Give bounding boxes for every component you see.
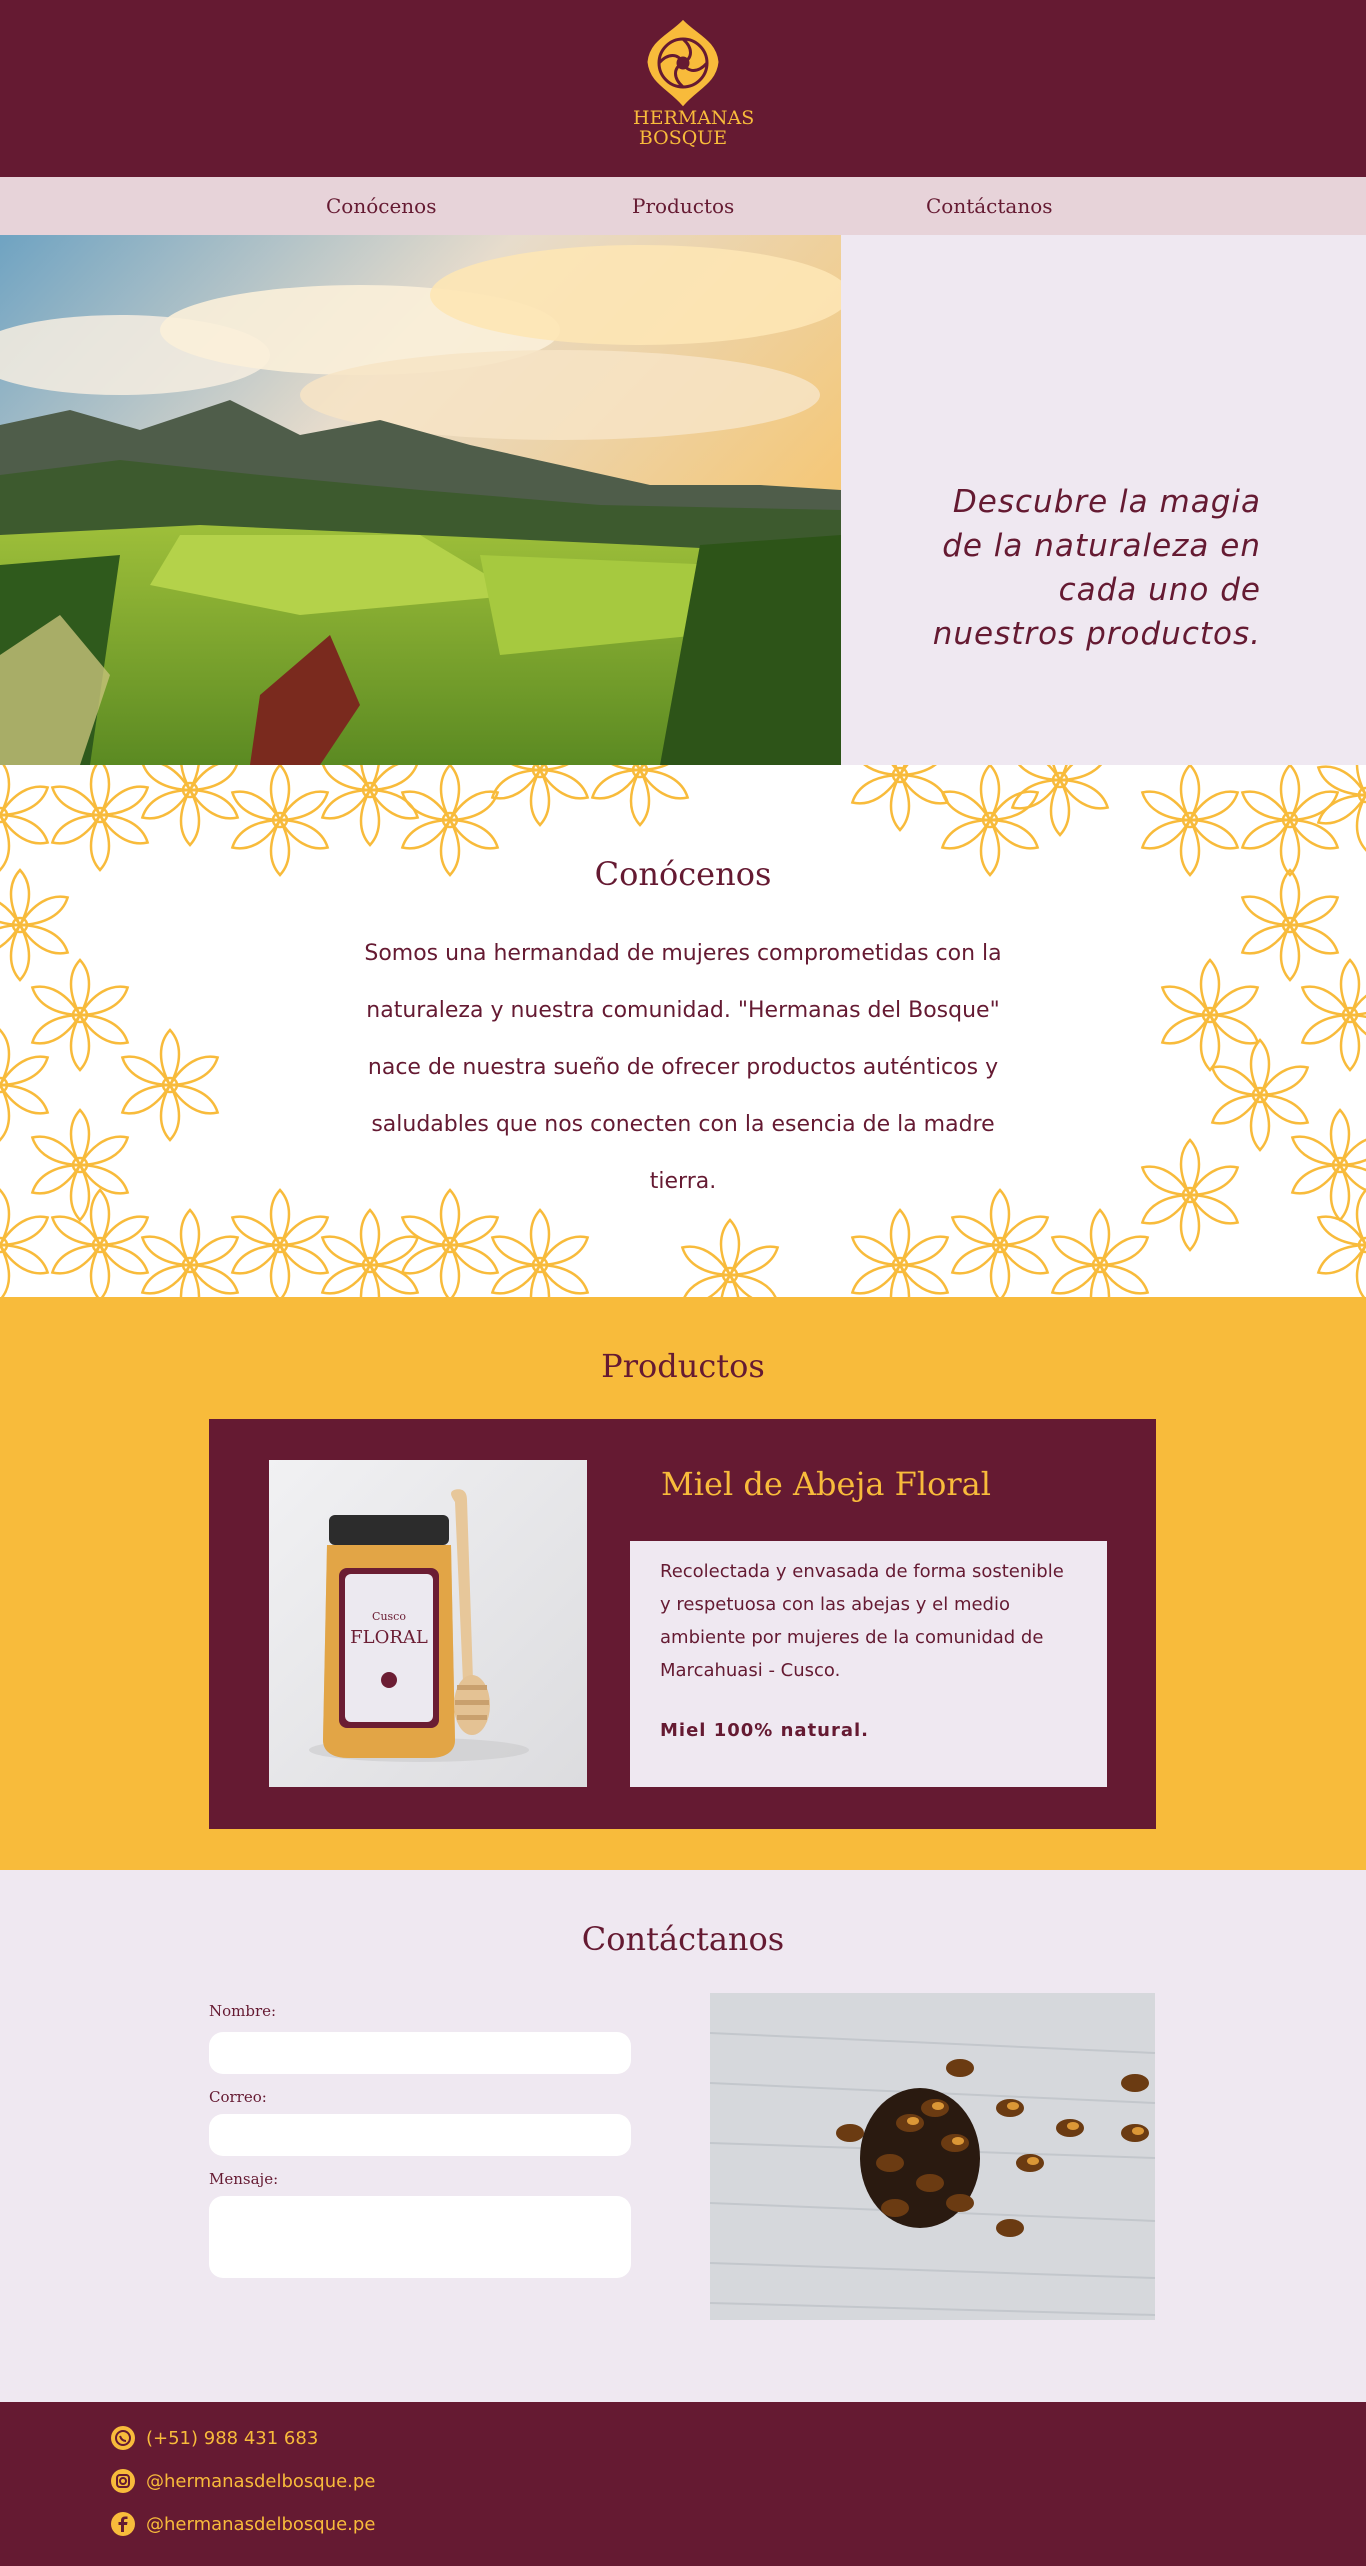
email-label: Correo:: [209, 2088, 267, 2106]
about-section: Conócenos Somos una hermandad de mujeres…: [0, 765, 1366, 1297]
bees-image: [710, 1993, 1155, 2320]
product-description: Recolectada y envasada de forma sostenib…: [660, 1561, 1064, 1681]
contact-section: Contáctanos Nombre: Correo: Mensaje:: [0, 1870, 1366, 2402]
flower-logo-icon: [647, 19, 719, 107]
jar-label-top: Cusco: [372, 1610, 406, 1623]
hero-landscape-image: [0, 235, 841, 765]
main-nav: Conócenos Productos Contáctanos: [0, 177, 1366, 235]
email-input[interactable]: [209, 2114, 631, 2156]
footer-instagram-text: @hermanasdelbosque.pe: [146, 2470, 376, 2492]
footer-facebook[interactable]: @hermanasdelbosque.pe: [110, 2510, 375, 2538]
whatsapp-icon: [110, 2425, 136, 2451]
nav-item-productos[interactable]: Productos: [632, 194, 734, 218]
message-input[interactable]: [209, 2196, 631, 2278]
instagram-icon: [110, 2468, 136, 2494]
nav-item-contactanos[interactable]: Contáctanos: [926, 194, 1053, 218]
footer-instagram[interactable]: @hermanasdelbosque.pe: [110, 2467, 375, 2495]
about-title: Conócenos: [594, 855, 772, 893]
product-details-box: Recolectada y envasada de forma sostenib…: [630, 1541, 1107, 1787]
site-header: HERMANAS BOSQUE: [0, 0, 1366, 177]
contact-title: Contáctanos: [581, 1920, 785, 1958]
hero-tagline: Descubre la magia de la naturaleza en ca…: [932, 484, 1261, 652]
products-section: Productos Cusco FLORAL Miel de Abeja Flo…: [0, 1297, 1366, 1870]
products-title: Productos: [601, 1347, 765, 1385]
logo-line-1: HERMANAS: [633, 107, 755, 129]
site-footer: (+51) 988 431 683 @hermanasdelbosque.pe …: [0, 2402, 1366, 2566]
brand-logo[interactable]: HERMANAS BOSQUE: [633, 18, 755, 160]
honey-jar-image: Cusco FLORAL: [269, 1460, 587, 1787]
product-tag: Miel 100% natural.: [660, 1720, 870, 1741]
product-name: Miel de Abeja Floral: [661, 1465, 991, 1503]
hero-section: Descubre la magia de la naturaleza en ca…: [0, 235, 1366, 765]
jar-label-main: FLORAL: [350, 1627, 428, 1648]
facebook-icon: [110, 2511, 136, 2537]
nav-item-conocenos[interactable]: Conócenos: [326, 194, 437, 218]
name-input[interactable]: [209, 2032, 631, 2074]
footer-facebook-text: @hermanasdelbosque.pe: [146, 2513, 376, 2535]
footer-phone[interactable]: (+51) 988 431 683: [110, 2424, 318, 2452]
footer-phone-text: (+51) 988 431 683: [146, 2427, 319, 2449]
name-label: Nombre:: [209, 2002, 277, 2020]
about-text: Somos una hermandad de mujeres compromet…: [364, 941, 1002, 1194]
message-label: Mensaje:: [209, 2170, 279, 2188]
logo-line-2: BOSQUE: [638, 127, 728, 149]
product-card: Cusco FLORAL Miel de Abeja Floral Recole…: [209, 1419, 1156, 1829]
